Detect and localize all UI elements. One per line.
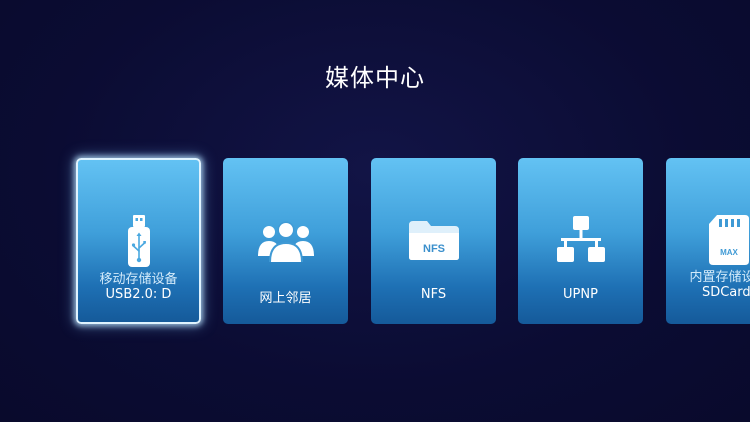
nfs-icon-text: NFS	[423, 243, 445, 255]
card-label-secondary: SDCard:	[701, 285, 750, 300]
sd-card-icon: MAX	[666, 212, 750, 268]
usb-drive-icon	[78, 214, 199, 270]
card-label: NFS	[420, 287, 447, 302]
card-label: UPNP	[563, 287, 598, 302]
card-label-primary: 内置存储设备	[689, 270, 750, 285]
card-nfs[interactable]: NFS NFS	[371, 158, 496, 324]
card-usb-storage[interactable]: 移动存储设备 USB2.0: D	[76, 158, 201, 324]
card-internal-storage[interactable]: MAX 内置存储设备 SDCard:	[666, 158, 750, 324]
card-network-neighborhood[interactable]: 网上邻居	[223, 158, 348, 324]
card-label-secondary: USB2.0: D	[105, 287, 172, 302]
nfs-folder-icon: NFS	[371, 212, 496, 268]
media-center-screen: 媒体中心 移动存储设备 USB2.0: D 网上邻居 NFS NFS UPNP …	[0, 0, 750, 422]
people-group-icon	[223, 212, 348, 268]
card-label: 网上邻居	[259, 291, 312, 306]
network-topology-icon	[518, 212, 643, 268]
page-title: 媒体中心	[325, 64, 425, 92]
card-label-primary: 移动存储设备	[99, 272, 178, 287]
card-upnp[interactable]: UPNP	[518, 158, 643, 324]
sd-icon-text: MAX	[720, 248, 738, 257]
